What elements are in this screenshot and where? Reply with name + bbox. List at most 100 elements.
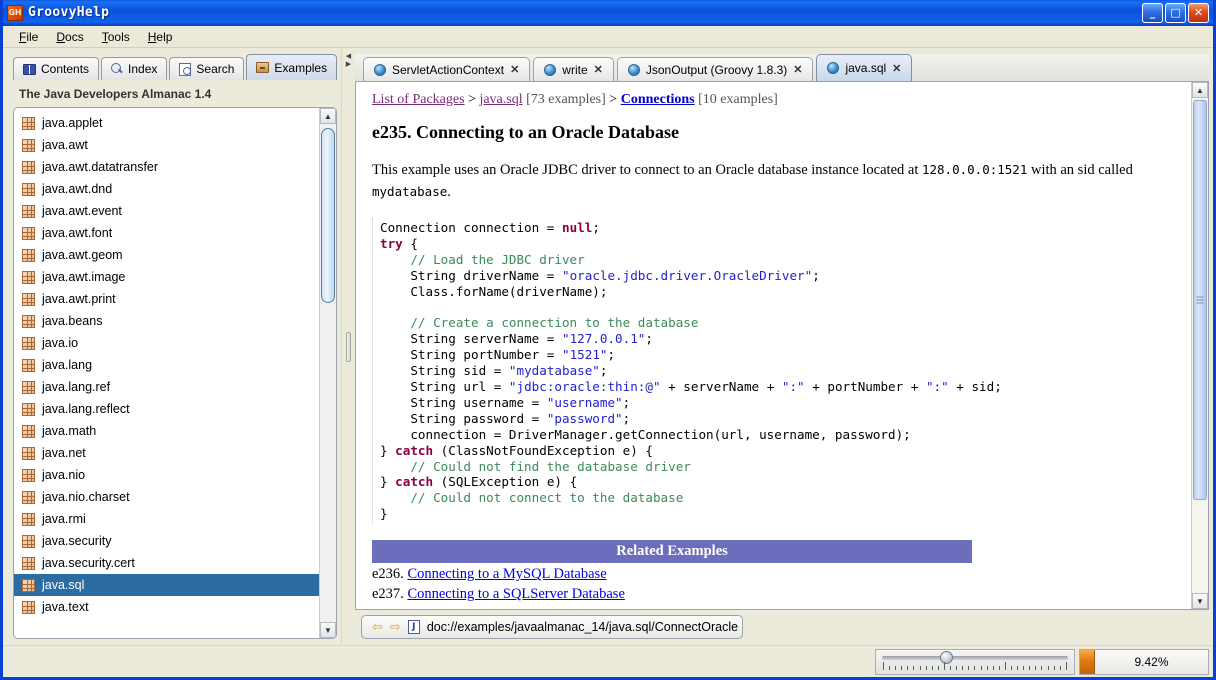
tree-item-label: java.lang.reflect	[42, 402, 130, 416]
breadcrumb-packages-link[interactable]: List of Packages	[372, 92, 465, 107]
sidebar-scroll-thumb[interactable]	[321, 128, 335, 303]
document-tab[interactable]: java.sql ✕	[816, 54, 913, 81]
menu-item-tools[interactable]: Tools	[94, 28, 138, 46]
package-icon	[22, 402, 35, 416]
tree-item[interactable]: java.security	[14, 530, 319, 552]
tree-item-label: java.security.cert	[42, 556, 135, 570]
code-line: String sid = "mydatabase";	[380, 363, 1177, 379]
maximize-button[interactable]: □	[1165, 2, 1186, 23]
code-block: Connection connection = null; try { // Lo…	[372, 217, 1177, 525]
tree-item[interactable]: java.awt.datatransfer	[14, 156, 319, 178]
scroll-down-icon[interactable]: ▼	[320, 622, 336, 638]
menu-item-help[interactable]: Help	[140, 28, 181, 46]
collapse-right-icon[interactable]: ▶	[346, 61, 351, 69]
code-line: String driverName = "oracle.jdbc.driver.…	[380, 268, 1177, 284]
code-token: Class.forName(driverName);	[380, 283, 608, 299]
tree-item[interactable]: java.awt.print	[14, 288, 319, 310]
tree-item-label: java.awt.image	[42, 270, 126, 284]
tree-item[interactable]: java.awt	[14, 134, 319, 156]
tab-close-icon[interactable]: ✕	[510, 63, 519, 76]
tree-item[interactable]: java.awt.dnd	[14, 178, 319, 200]
tree-item[interactable]: java.nio	[14, 464, 319, 486]
package-tree[interactable]: java.applet java.awt java.awt.datatransfer…	[14, 108, 319, 638]
tab-close-icon[interactable]: ✕	[892, 62, 901, 75]
tree-item[interactable]: java.security.cert	[14, 552, 319, 574]
document-scrollbar[interactable]: ▲ ▼	[1191, 82, 1208, 609]
slider-tick	[1004, 661, 1006, 670]
zoom-slider[interactable]	[875, 648, 1075, 675]
document-tab[interactable]: write ✕	[533, 57, 614, 81]
sidebar-tab-index-label: Index	[128, 62, 158, 76]
code-token: // Create a connection to the database	[380, 315, 699, 331]
tree-item-label: java.awt.font	[42, 226, 113, 240]
document-tab[interactable]: ServletActionContext ✕	[363, 57, 531, 81]
tree-item[interactable]: java.lang.reflect	[14, 398, 319, 420]
sidebar-heading: The Java Developers Almanac 1.4	[19, 87, 212, 101]
tree-item[interactable]: java.lang	[14, 354, 319, 376]
document-tab-label: write	[562, 62, 588, 77]
sidebar-tab-index[interactable]: Index	[101, 57, 168, 80]
tree-item-label: java.awt.event	[42, 204, 122, 218]
code-token: try	[380, 235, 403, 251]
menu-item-file[interactable]: File	[11, 28, 46, 46]
collapse-left-icon[interactable]: ◀	[346, 53, 351, 61]
document-tab-label: ServletActionContext	[392, 62, 505, 77]
main-split: Contents Index Search Examples The Java …	[3, 49, 1213, 645]
tree-item[interactable]: java.lang.ref	[14, 376, 319, 398]
tree-item[interactable]: java.rmi	[14, 508, 319, 530]
tree-item-label: java.text	[42, 600, 89, 614]
document-tab[interactable]: JsonOutput (Groovy 1.8.3) ✕	[616, 57, 814, 81]
back-icon[interactable]: ⇦	[372, 619, 383, 635]
tree-item[interactable]: java.awt.image	[14, 266, 319, 288]
tree-item[interactable]: java.awt.geom	[14, 244, 319, 266]
scroll-up-icon[interactable]: ▲	[320, 108, 336, 124]
panel-splitter[interactable]: ◀ ▶	[341, 49, 355, 645]
drawer-icon	[256, 62, 270, 73]
sidebar-tab-contents[interactable]: Contents	[13, 57, 100, 80]
related-example-link[interactable]: Connecting to a SQLServer Database	[407, 586, 624, 602]
related-example-link[interactable]: Connecting to a MySQL Database	[407, 566, 606, 582]
slider-tick	[895, 665, 897, 670]
tree-item[interactable]: java.nio.charset	[14, 486, 319, 508]
slider-tick	[937, 665, 939, 670]
package-icon	[22, 270, 35, 284]
memory-indicator[interactable]: 9.42%	[1079, 648, 1209, 675]
code-token: catch	[395, 442, 434, 458]
address-bar[interactable]: ⇦ ⇨ J doc://examples/javaalmanac_14/java…	[361, 615, 743, 639]
forward-icon[interactable]: ⇨	[390, 619, 401, 635]
package-icon	[22, 182, 35, 196]
slider-tick	[901, 665, 903, 670]
slider-tick	[992, 665, 994, 670]
document-scroll-thumb[interactable]	[1193, 100, 1207, 500]
document-scroll-down-icon[interactable]: ▼	[1192, 593, 1208, 609]
tree-item[interactable]: java.io	[14, 332, 319, 354]
tree-item[interactable]: java.text	[14, 596, 319, 618]
tree-item-label: java.lang.ref	[42, 380, 111, 394]
tree-item[interactable]: java.math	[14, 420, 319, 442]
package-icon	[22, 160, 35, 174]
document-scroll-up-icon[interactable]: ▲	[1192, 82, 1208, 98]
tree-item[interactable]: java.sql	[14, 574, 319, 596]
slider-tick	[1041, 665, 1043, 670]
menu-item-docs[interactable]: Docs	[48, 28, 91, 46]
close-button[interactable]: ✕	[1188, 2, 1209, 23]
tree-item[interactable]: java.awt.font	[14, 222, 319, 244]
tree-item[interactable]: java.applet	[14, 112, 319, 134]
breadcrumb-section-link[interactable]: Connections	[621, 92, 695, 107]
tree-item[interactable]: java.beans	[14, 310, 319, 332]
code-token: + serverName +	[660, 379, 782, 394]
tree-item[interactable]: java.awt.event	[14, 200, 319, 222]
tree-item-label: java.awt	[42, 138, 88, 152]
tab-close-icon[interactable]: ✕	[793, 63, 802, 76]
tab-close-icon[interactable]: ✕	[594, 63, 603, 76]
globe-icon	[544, 63, 557, 76]
sidebar-scrollbar[interactable]: ▲ ▼	[319, 108, 336, 638]
sidebar-tab-search[interactable]: Search	[169, 57, 245, 80]
splitter-grip[interactable]	[346, 332, 351, 362]
tree-item[interactable]: java.net	[14, 442, 319, 464]
breadcrumb-package-link[interactable]: java.sql	[479, 92, 522, 107]
minimize-button[interactable]: _	[1142, 2, 1163, 23]
sidebar-tab-examples[interactable]: Examples	[246, 54, 338, 80]
magnifier-icon	[111, 63, 123, 75]
package-icon	[22, 556, 35, 570]
